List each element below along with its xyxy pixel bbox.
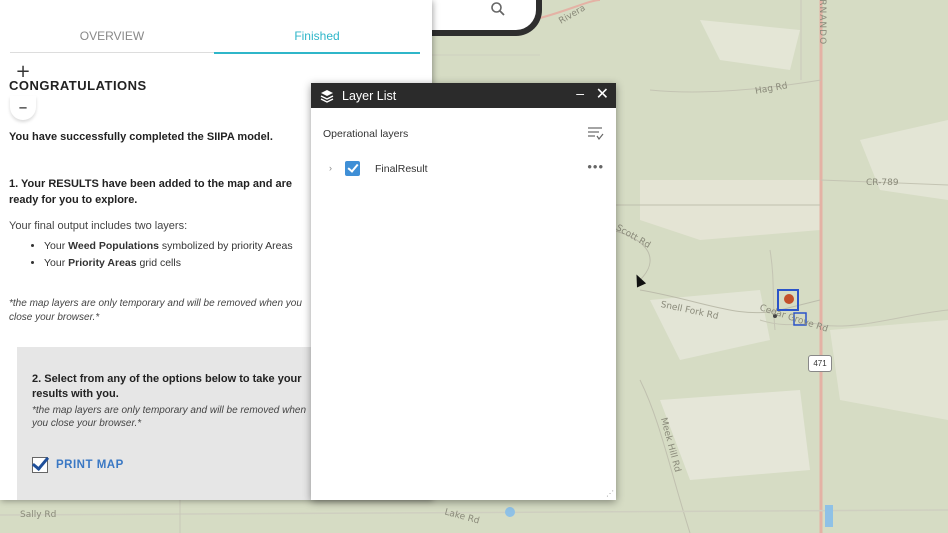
minimize-button[interactable]: – [576, 85, 584, 101]
layer-visibility-checkbox[interactable] [345, 161, 360, 176]
search-icon[interactable] [490, 1, 506, 17]
resize-handle-icon[interactable]: ⋰ [606, 489, 614, 498]
success-message: You have successfully completed the SIIP… [9, 131, 273, 143]
highway-shield-471: 471 [808, 355, 832, 372]
tab-finished[interactable]: Finished [214, 22, 420, 54]
step2-note: *the map layers are only temporary and w… [32, 405, 307, 429]
step2-box: 2. Select from any of the options below … [17, 347, 311, 500]
weed-population-marker [784, 294, 794, 304]
step1-text: 1. Your RESULTS have been added to the m… [9, 178, 293, 206]
print-map-checkbox[interactable] [32, 457, 48, 473]
operational-layers-heading: Operational layers [323, 128, 409, 140]
panel-tabs: OVERVIEW Finished [0, 22, 432, 54]
map-label-hernando: HERNANDO [817, 0, 828, 46]
zoom-in-button[interactable]: + [10, 60, 36, 84]
layer-options-icon[interactable] [586, 125, 604, 141]
tab-overview[interactable]: OVERVIEW [10, 22, 214, 53]
layer-list-header[interactable]: Layer List – ✕ [311, 83, 616, 108]
expand-icon[interactable]: › [329, 163, 332, 173]
print-map-option[interactable]: PRINT MAP [32, 457, 124, 473]
step2-title: 2. Select from any of the options below … [32, 373, 302, 400]
temporary-note: *the map layers are only temporary and w… [9, 298, 302, 323]
list-item: Your Priority Areas grid cells [44, 255, 324, 272]
more-options-icon[interactable]: ••• [587, 159, 604, 174]
layer-list-title: Layer List [342, 89, 397, 103]
zoom-out-button[interactable]: – [10, 96, 36, 120]
output-layer-list: Your Weed Populations symbolized by prio… [30, 238, 324, 272]
output-intro: Your final output includes two layers: [9, 220, 188, 232]
map-label-cr-789: CR-789 [866, 178, 899, 188]
layer-list-widget: Layer List – ✕ Operational layers › Fina… [311, 83, 616, 500]
layer-row-finalresult[interactable]: › FinalResult ••• [311, 159, 616, 181]
close-button[interactable]: ✕ [596, 84, 609, 104]
list-item: Your Weed Populations symbolized by prio… [44, 238, 324, 255]
layers-icon [320, 90, 334, 103]
map-label-sally-rd: Sally Rd [20, 510, 57, 520]
layer-name: FinalResult [375, 163, 428, 175]
print-map-label[interactable]: PRINT MAP [56, 459, 124, 471]
